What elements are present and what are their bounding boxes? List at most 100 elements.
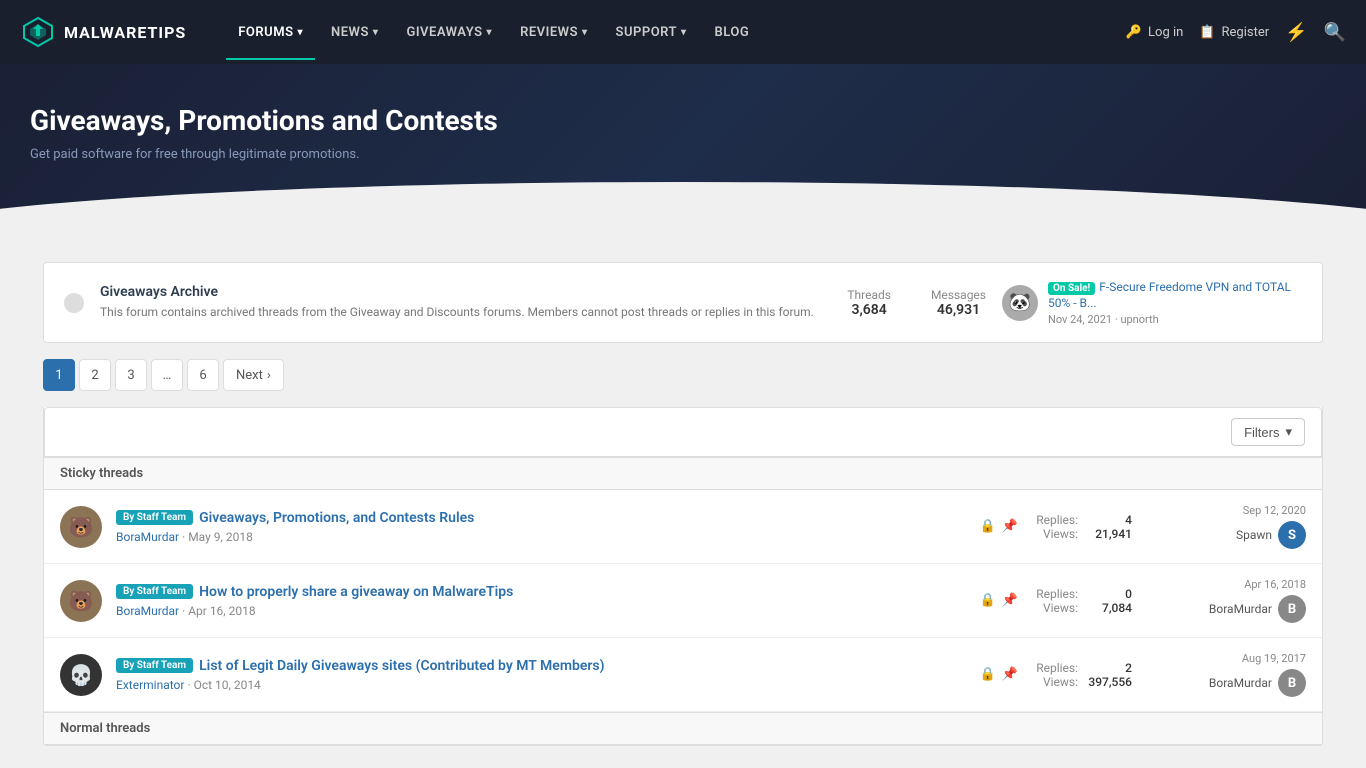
pin-icon: 📌	[1002, 667, 1018, 682]
chevron-down-icon: ▾	[582, 27, 588, 38]
last-user-avatar[interactable]: S	[1278, 521, 1306, 549]
archive-latest-title[interactable]: On Sale!F-Secure Freedome VPN and TOTAL …	[1048, 279, 1302, 311]
nav-news[interactable]: NEWS ▾	[319, 17, 390, 48]
page-subtitle: Get paid software for free through legit…	[30, 147, 1336, 162]
last-user-row: BoraMurdar B	[1209, 669, 1306, 697]
main-content: Giveaways Archive This forum contains ar…	[23, 242, 1343, 766]
page-1[interactable]: 1	[43, 359, 75, 391]
thread-last: Apr 16, 2018 BoraMurdar B	[1146, 578, 1306, 623]
thread-row: 🐻 By Staff Team How to properly share a …	[44, 564, 1322, 638]
page-next-button[interactable]: Next ›	[223, 359, 284, 391]
main-nav: FORUMS ▾ NEWS ▾ GIVEAWAYS ▾ REVIEWS ▾ SU…	[226, 17, 1126, 48]
thread-icons: 🔒 📌	[980, 667, 1018, 682]
pagination: 1 2 3 … 6 Next ›	[43, 359, 1323, 391]
threads-stat: Threads 3,684	[847, 288, 891, 318]
archive-card: Giveaways Archive This forum contains ar…	[43, 262, 1323, 343]
chevron-down-icon: ▾	[681, 27, 687, 38]
nav-forums[interactable]: FORUMS ▾	[226, 17, 315, 48]
archive-latest: 🐼 On Sale!F-Secure Freedome VPN and TOTA…	[1002, 279, 1302, 326]
thread-icons: 🔒 📌	[980, 593, 1018, 608]
staff-tag: By Staff Team	[116, 658, 193, 673]
normal-threads-header: Normal threads	[44, 712, 1322, 745]
thread-last: Sep 12, 2020 Spawn S	[1146, 504, 1306, 549]
chevron-down-icon: ▾	[1285, 424, 1292, 440]
sticky-threads-header: Sticky threads	[44, 457, 1322, 490]
key-icon: 🔑	[1126, 25, 1142, 40]
thread-list: Filters ▾ Sticky threads 🐻 By Staff Team…	[43, 407, 1323, 746]
thread-author[interactable]: Exterminator	[116, 678, 184, 692]
chevron-down-icon: ▾	[487, 27, 493, 38]
lightning-icon[interactable]: ⚡	[1285, 22, 1307, 43]
thread-tags: By Staff Team Giveaways, Promotions, and…	[116, 510, 966, 526]
logo-icon	[20, 14, 56, 50]
avatar: 🐻	[60, 580, 102, 622]
staff-tag: By Staff Team	[116, 510, 193, 525]
lock-icon: 🔒	[980, 593, 996, 608]
archive-desc: This forum contains archived threads fro…	[100, 304, 831, 321]
nav-giveaways[interactable]: GIVEAWAYS ▾	[394, 17, 504, 48]
avatar: 💀	[60, 654, 102, 696]
thread-meta: Exterminator · Oct 10, 2014	[116, 678, 966, 692]
filters-button[interactable]: Filters ▾	[1231, 418, 1305, 446]
site-header: MALWARETIPS FORUMS ▾ NEWS ▾ GIVEAWAYS ▾ …	[0, 0, 1366, 64]
archive-latest-info: On Sale!F-Secure Freedome VPN and TOTAL …	[1048, 279, 1302, 326]
thread-main: By Staff Team List of Legit Daily Giveaw…	[116, 658, 966, 692]
last-user-avatar[interactable]: B	[1278, 669, 1306, 697]
nav-support[interactable]: SUPPORT ▾	[604, 17, 699, 48]
page-2[interactable]: 2	[79, 359, 111, 391]
lock-icon: 🔒	[980, 667, 996, 682]
avatar: 🐻	[60, 506, 102, 548]
archive-info: Giveaways Archive This forum contains ar…	[100, 284, 831, 321]
chevron-right-icon: ›	[267, 368, 271, 383]
nav-blog[interactable]: BLOG	[703, 17, 762, 48]
thread-author[interactable]: BoraMurdar	[116, 530, 179, 544]
search-icon[interactable]: 🔍	[1324, 22, 1346, 43]
logo[interactable]: MALWARETIPS	[20, 14, 186, 50]
thread-row: 🐻 By Staff Team Giveaways, Promotions, a…	[44, 490, 1322, 564]
page-ellipsis: …	[151, 359, 183, 391]
nav-right: 🔑 Log in 📋 Register ⚡ 🔍	[1126, 22, 1346, 43]
logo-text: MALWARETIPS	[64, 23, 186, 42]
filters-bar: Filters ▾	[44, 407, 1322, 457]
last-user-avatar[interactable]: B	[1278, 595, 1306, 623]
chevron-down-icon: ▾	[373, 27, 379, 38]
archive-icon	[64, 293, 84, 313]
thread-stats: Replies: 0 Views: 7,084	[1032, 587, 1132, 615]
messages-stat: Messages 46,931	[931, 288, 986, 318]
replies-stat: Replies: 0	[1036, 587, 1132, 601]
thread-tags: By Staff Team List of Legit Daily Giveaw…	[116, 658, 966, 674]
thread-tags: By Staff Team How to properly share a gi…	[116, 584, 966, 600]
login-button[interactable]: 🔑 Log in	[1126, 25, 1183, 40]
chevron-down-icon: ▾	[298, 27, 304, 38]
archive-latest-avatar: 🐼	[1002, 285, 1038, 321]
archive-stats: Threads 3,684 Messages 46,931	[847, 288, 986, 318]
last-user-row: Spawn S	[1236, 521, 1306, 549]
thread-last: Aug 19, 2017 BoraMurdar B	[1146, 652, 1306, 697]
staff-tag: By Staff Team	[116, 584, 193, 599]
thread-title[interactable]: Giveaways, Promotions, and Contests Rule…	[199, 510, 474, 526]
nav-reviews[interactable]: REVIEWS ▾	[508, 17, 599, 48]
thread-stats: Replies: 2 Views: 397,556	[1032, 661, 1132, 689]
thread-main: By Staff Team Giveaways, Promotions, and…	[116, 510, 966, 544]
replies-stat: Replies: 2	[1036, 661, 1132, 675]
archive-latest-meta: Nov 24, 2021 · upnorth	[1048, 313, 1302, 326]
archive-title[interactable]: Giveaways Archive	[100, 284, 831, 300]
hero-section: Giveaways, Promotions and Contests Get p…	[0, 64, 1366, 242]
thread-title[interactable]: How to properly share a giveaway on Malw…	[199, 584, 513, 600]
page-6[interactable]: 6	[187, 359, 219, 391]
register-button[interactable]: 📋 Register	[1199, 25, 1269, 40]
thread-author[interactable]: BoraMurdar	[116, 604, 179, 618]
views-stat: Views: 21,941	[1043, 527, 1132, 541]
thread-meta: BoraMurdar · Apr 16, 2018	[116, 604, 966, 618]
last-user-row: BoraMurdar B	[1209, 595, 1306, 623]
views-stat: Views: 7,084	[1043, 601, 1132, 615]
replies-stat: Replies: 4	[1036, 513, 1132, 527]
notebook-icon: 📋	[1199, 25, 1215, 40]
thread-meta: BoraMurdar · May 9, 2018	[116, 530, 966, 544]
thread-icons: 🔒 📌	[980, 519, 1018, 534]
thread-stats: Replies: 4 Views: 21,941	[1032, 513, 1132, 541]
views-stat: Views: 397,556	[1043, 675, 1132, 689]
page-title: Giveaways, Promotions and Contests	[30, 104, 1336, 137]
page-3[interactable]: 3	[115, 359, 147, 391]
thread-title[interactable]: List of Legit Daily Giveaways sites (Con…	[199, 658, 604, 674]
